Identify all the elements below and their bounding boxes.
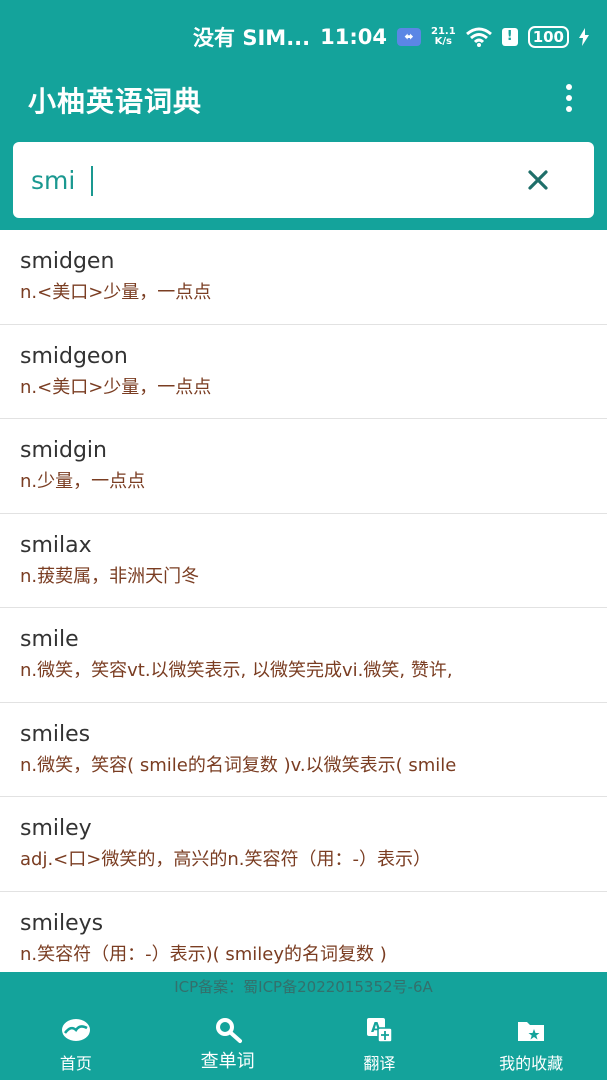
clock-text: 11:04	[320, 25, 387, 49]
tab-label: 首页	[59, 1054, 92, 1073]
result-word: smilax	[20, 532, 92, 558]
list-item[interactable]: smileys n.笑容符（用：-）表示)( smiley的名词复数 )	[0, 892, 607, 973]
tab-home[interactable]: 首页	[0, 1002, 152, 1080]
search-input[interactable]	[31, 160, 501, 200]
alert-icon: !	[501, 28, 518, 46]
wifi-icon	[465, 27, 492, 47]
clear-icon[interactable]	[522, 164, 554, 196]
result-meaning: n.笑容符（用：-）表示)( smiley的名词复数 )	[20, 943, 387, 965]
net-speed: 21.1 K/s	[431, 27, 456, 47]
tab-favorites[interactable]: 我的收藏	[455, 1002, 607, 1080]
result-word: smiles	[20, 721, 91, 747]
more-options-icon[interactable]	[559, 84, 579, 112]
results-list: smidgen n.<美口>少量，一点点 smidgeon n.<美口>少量，一…	[0, 230, 607, 972]
battery-indicator: 100	[527, 26, 569, 48]
list-item[interactable]: smile n.微笑，笑容vt.以微笑表示, 以微笑完成vi.微笑, 赞许,	[0, 608, 607, 703]
search-word-icon	[215, 1018, 242, 1043]
status-indicators: 没有 SIM... 11:04 ⬌ 21.1 K/s ! 100	[193, 22, 589, 52]
tab-search-word[interactable]: 查单词	[152, 1002, 304, 1080]
search-box	[13, 142, 594, 218]
result-meaning: n.菝葜属，非洲天门冬	[20, 565, 200, 587]
favorites-icon	[518, 1022, 545, 1041]
list-item[interactable]: smidgen n.<美口>少量，一点点	[0, 230, 607, 325]
result-word: smidgeon	[20, 343, 128, 369]
list-item[interactable]: smiles n.微笑，笑容( smile的名词复数 )v.以微笑表示( smi…	[0, 703, 607, 797]
result-meaning: n.微笑，笑容( smile的名词复数 )v.以微笑表示( smile	[20, 754, 457, 776]
carrier-text: 没有 SIM...	[193, 26, 311, 50]
result-meaning: n.少量，一点点	[20, 471, 146, 492]
result-word: smiley	[20, 816, 92, 841]
tab-label: 翻译	[363, 1054, 396, 1073]
translate-icon: A	[367, 1018, 394, 1043]
icp-notice: ICP备案：蜀ICP备2022015352号-6A	[0, 972, 607, 1002]
list-item[interactable]: smiley adj.<口>微笑的，高兴的n.笑容符（用：-）表示）	[0, 797, 607, 892]
tab-label: 查单词	[200, 1051, 255, 1072]
app-title: 小柚英语词典	[28, 85, 203, 118]
list-item[interactable]: smilax n.菝葜属，非洲天门冬	[0, 514, 607, 608]
net-speed-unit: K/s	[434, 36, 453, 47]
list-item[interactable]: smidgin n.少量，一点点	[0, 419, 607, 514]
result-word: smidgen	[20, 249, 115, 274]
text-cursor	[91, 166, 93, 196]
result-word: smileys	[20, 910, 104, 936]
tab-label: 我的收藏	[499, 1054, 564, 1073]
result-meaning: adj.<口>微笑的，高兴的n.笑容符（用：-）表示）	[20, 849, 431, 870]
tab-translate[interactable]: A 翻译	[304, 1002, 456, 1080]
search-area	[0, 132, 607, 230]
app-bar: 小柚英语词典	[0, 72, 607, 132]
result-meaning: n.微笑，笑容vt.以微笑表示, 以微笑完成vi.微笑, 赞许,	[20, 660, 453, 681]
charging-icon	[579, 28, 589, 46]
bottom-tab-bar: 首页 查单词 A 翻译 我的收藏	[0, 1002, 607, 1080]
result-word: smidgin	[20, 438, 107, 463]
home-icon	[61, 1019, 90, 1041]
list-item[interactable]: smidgeon n.<美口>少量，一点点	[0, 325, 607, 419]
usb-icon: ⬌	[397, 28, 421, 46]
result-meaning: n.<美口>少量，一点点	[20, 282, 212, 303]
status-bar: 没有 SIM... 11:04 ⬌ 21.1 K/s ! 100	[0, 0, 607, 72]
result-meaning: n.<美口>少量，一点点	[20, 376, 212, 398]
result-word: smile	[20, 627, 79, 652]
